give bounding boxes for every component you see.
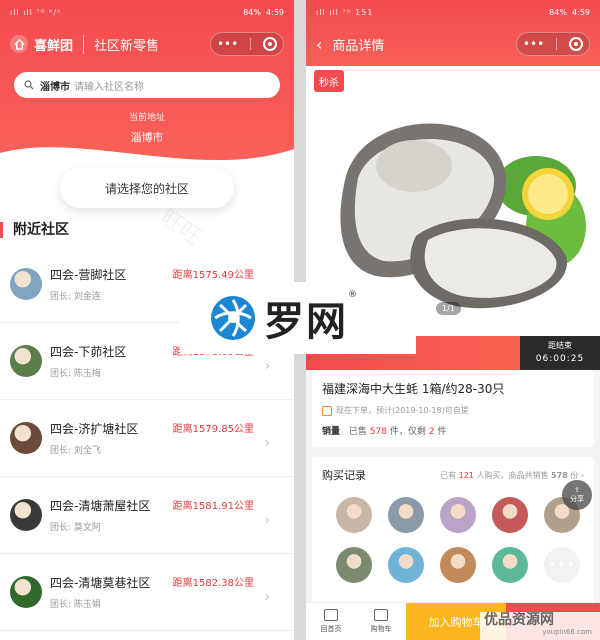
status-right: 84% 4:59 xyxy=(243,7,284,17)
buyer-avatar xyxy=(388,497,424,533)
buyer-avatar xyxy=(336,547,372,583)
home-tab[interactable]: 回首页 xyxy=(306,603,356,640)
capsule-divider xyxy=(250,38,252,50)
cart-icon xyxy=(374,609,388,621)
community-name: 四会-清塘萧屋社区 xyxy=(50,499,151,513)
home-icon[interactable] xyxy=(10,35,28,53)
community-leader: 团长: 刘全飞 xyxy=(50,446,101,456)
community-name: 四会-营脚社区 xyxy=(50,268,127,282)
brand-subtitle: 社区新零售 xyxy=(83,34,159,54)
community-distance: 距离1575.49公里 xyxy=(172,270,254,281)
community-name: 四会-济扩塘社区 xyxy=(50,422,139,436)
community-name: 四会-下茆社区 xyxy=(50,345,127,359)
buyer-avatars: ••• xyxy=(322,497,584,583)
signal-indicator: ıll ıll ⁷ᴳ 151 xyxy=(316,7,374,17)
chevron-right-icon: › xyxy=(264,513,270,528)
countdown-label: 距结束 xyxy=(548,341,572,350)
close-target-icon[interactable] xyxy=(263,37,278,51)
sales-sold-suffix: 件，仅剩 xyxy=(389,427,426,437)
more-icon[interactable]: ••• xyxy=(523,37,544,51)
status-bar: ıll ıll ⁷ᴳ 151 84% 4:59 xyxy=(306,0,600,24)
purchase-records: 购买记录 已有 121 人购买，商品共销售 578 份 › ••• xyxy=(312,457,594,605)
search-city[interactable]: 淄博市 xyxy=(40,78,70,93)
buyer-avatar xyxy=(492,547,528,583)
community-item[interactable]: 四会-清塘莫巷社区团长: 陈玉娟 距离1582.38公里 › xyxy=(0,554,294,631)
registered-mark: ® xyxy=(348,290,357,300)
calendar-icon xyxy=(322,405,332,416)
nav-row: 喜鲜团 社区新零售 ••• xyxy=(0,24,294,64)
choose-community-button[interactable]: 请选择您的社区 xyxy=(60,168,234,208)
buyer-avatar xyxy=(440,547,476,583)
mini-program-capsule: ••• xyxy=(210,32,284,56)
countdown-time: 06:00:25 xyxy=(535,354,585,364)
status-bar: ıll ıll ⁷ᴳ ᴷ/ˢ 84% 4:59 xyxy=(0,0,294,24)
share-button[interactable]: ⇪ 分享 xyxy=(562,480,592,510)
countdown: 距结束 06:00:25 xyxy=(520,336,600,370)
sales-left-suffix: 件 xyxy=(437,427,447,437)
sales-left: 2 xyxy=(428,427,435,437)
community-leader: 团长: 莫文阿 xyxy=(50,523,101,533)
header: ıll ıll ⁷ᴳ 151 84% 4:59 ‹ 商品详情 ••• xyxy=(306,0,600,66)
pickup-note: 现在下单，预计(2019-10-18)可自提 xyxy=(322,405,584,416)
product-info: 福建深海中大生蚝 1箱/约28-30只 现在下单，预计(2019-10-18)可… xyxy=(312,370,594,447)
nav-row: ‹ 商品详情 ••• xyxy=(306,24,600,64)
community-avatar xyxy=(10,422,42,454)
more-buyers-button[interactable]: ••• xyxy=(544,547,580,583)
header: ıll ıll ⁷ᴳ ᴷ/ˢ 84% 4:59 喜鲜团 社区新零售 ••• 淄博… xyxy=(0,0,294,181)
site-watermark: 优品资源网 youpin66.com xyxy=(480,612,600,640)
brand-name: 喜鲜团 xyxy=(34,38,74,54)
search-icon xyxy=(24,80,34,90)
chevron-right-icon: › xyxy=(264,590,270,605)
mini-program-capsule: ••• xyxy=(516,32,590,56)
community-avatar xyxy=(10,576,42,608)
buyer-avatar xyxy=(336,497,372,533)
cart-tab[interactable]: 购物车 xyxy=(356,603,406,640)
community-distance: 距离1581.91公里 xyxy=(172,501,254,512)
community-leader: 团长: 陈玉梅 xyxy=(50,369,101,379)
sales-sold-prefix: 已售 xyxy=(348,427,367,437)
community-avatar xyxy=(10,268,42,300)
community-item[interactable]: 四会-清塘萧屋社区团长: 莫文阿 距离1581.91公里 › xyxy=(0,477,294,554)
community-leader: 团长: 陈玉娟 xyxy=(50,600,101,610)
chevron-right-icon: › xyxy=(264,359,270,374)
location-label: 当前地址 xyxy=(128,113,165,123)
sales-label: 销量 xyxy=(322,427,341,437)
product-title: 福建深海中大生蚝 1箱/约28-30只 xyxy=(322,382,505,396)
seckill-badge: 秒杀 xyxy=(314,70,344,92)
nearby-title: 附近社区 xyxy=(0,222,294,238)
logo-text: 罗网 xyxy=(264,299,348,345)
buyer-avatar xyxy=(492,497,528,533)
community-leader: 团长: 刘金连 xyxy=(50,292,101,302)
pickup-note-text: 现在下单，预计(2019-10-18)可自提 xyxy=(336,406,469,415)
home-icon xyxy=(324,609,338,621)
community-item[interactable]: 四会-济扩塘社区团长: 刘全飞 距离1579.85公里 › xyxy=(0,400,294,477)
status-right: 84% 4:59 xyxy=(549,7,590,17)
records-title: 购买记录 xyxy=(322,469,366,482)
sales-info: 销量 已售 578 件，仅剩 2 件 xyxy=(322,424,584,437)
chevron-right-icon: › xyxy=(264,436,270,451)
community-avatar xyxy=(10,499,42,531)
community-avatar xyxy=(10,345,42,377)
community-search[interactable]: 淄博市 请输入社区名称 xyxy=(14,72,280,98)
share-icon: ⇪ xyxy=(574,486,580,494)
image-pager: 1/1 xyxy=(436,302,461,315)
close-target-icon[interactable] xyxy=(569,37,584,51)
community-name: 四会-清塘莫巷社区 xyxy=(50,576,151,590)
capsule-divider xyxy=(556,38,558,50)
community-distance: 距离1579.85公里 xyxy=(172,424,254,435)
share-label: 分享 xyxy=(570,495,584,503)
signal-indicator: ıll ıll ⁷ᴳ ᴷ/ˢ xyxy=(10,7,62,17)
records-header[interactable]: 购买记录 已有 121 人购买，商品共销售 578 份 › xyxy=(322,467,584,483)
buyer-avatar xyxy=(440,497,476,533)
sales-sold: 578 xyxy=(369,427,387,437)
page-title: 商品详情 xyxy=(332,38,385,54)
search-input[interactable]: 请输入社区名称 xyxy=(74,78,144,93)
logo-emblem xyxy=(211,296,255,340)
more-icon[interactable]: ••• xyxy=(217,37,238,51)
community-distance: 距离1582.38公里 xyxy=(172,578,254,589)
watermark-logo: 罗网 ® xyxy=(180,282,416,354)
back-arrow-icon[interactable]: ‹ xyxy=(316,35,322,54)
buyer-avatar xyxy=(388,547,424,583)
records-stat: 已有 121 人购买，商品共销售 578 份 › xyxy=(440,470,584,480)
